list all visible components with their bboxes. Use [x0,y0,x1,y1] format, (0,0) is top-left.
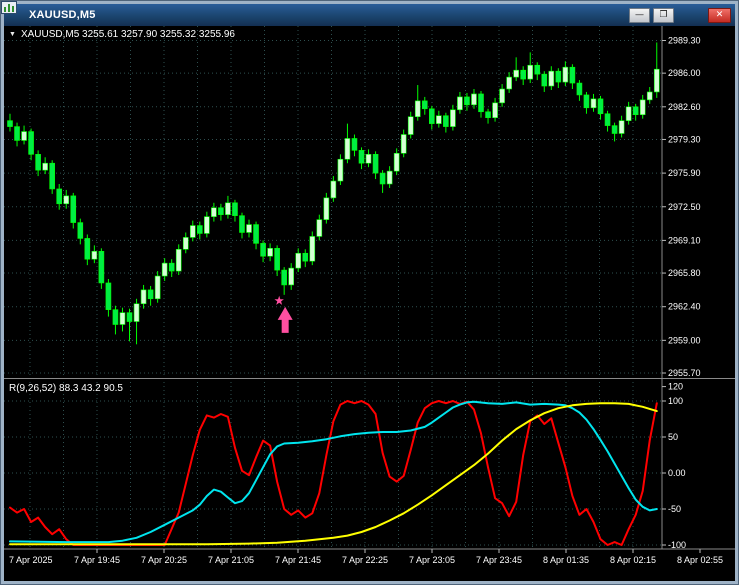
price-axis-label: 2986.00 [668,68,701,78]
indicator-axis-label: 50 [668,432,678,442]
price-axis-label: 2972.50 [668,202,701,212]
window-titlebar[interactable]: XAUUSD,M5 — ❐ ✕ [1,1,735,26]
indicator-lines [9,400,658,546]
indicator-axis-label: -50 [668,504,681,514]
dropdown-marker-icon: ▼ [9,30,16,38]
indicator-axis-label: 120 [668,382,683,392]
grid [4,26,662,549]
price-axis-label: 2959.00 [668,335,701,345]
price-axis-label: 2955.70 [668,368,701,378]
price-axis-label: 2989.30 [668,36,701,46]
indicator-header[interactable]: R(9,26,52) 88.3 43.2 90.5 [9,383,123,394]
up-arrow-icon [277,306,293,333]
symbol-ohlc-text: XAUUSD,M5 3255.61 3257.90 3255.32 3255.9… [20,29,235,40]
time-axis-label: 7 Apr 21:45 [275,555,321,565]
price-axis-label: 2979.30 [668,134,701,144]
price-axis-label: 2982.60 [668,102,701,112]
indicator-axis-label: -100 [668,540,686,550]
restore-button[interactable]: ❐ [653,7,674,23]
price-axis-label: 2969.10 [668,235,701,245]
symbol-ohlc-header[interactable]: ▼ XAUUSD,M5 3255.61 3257.90 3255.32 3255… [9,29,235,40]
price-axis-label: 2965.80 [668,268,701,278]
candlestick-series [7,42,660,345]
axes [4,26,735,553]
time-axis-label: 7 Apr 19:45 [74,555,120,565]
indicator-axis-label: 0.00 [668,468,686,478]
chart-canvas[interactable]: 2989.30 2986.00 2982.60 2979.30 2975.90 2972.… [4,26,735,581]
indicator-line-red [9,400,658,546]
time-axis-label: 7 Apr 23:05 [409,555,455,565]
close-button[interactable]: ✕ [708,7,731,23]
time-axis-label: 8 Apr 02:15 [610,555,656,565]
time-axis-label: 7 Apr 22:25 [342,555,388,565]
chart-window: XAUUSD,M5 — ❐ ✕ 2989.30 2986.00 2982.60 297… [0,0,739,585]
time-axis-label: 7 Apr 23:45 [476,555,522,565]
indicator-axis-label: 100 [668,396,683,406]
price-axis-label: 2962.40 [668,302,701,312]
price-axis-label: 2975.90 [668,168,701,178]
window-title: XAUUSD,M5 [29,9,96,21]
time-axis-label: 7 Apr 20:25 [141,555,187,565]
minimize-button[interactable]: — [629,7,650,23]
chart-icon [1,1,24,22]
time-axis-label: 8 Apr 02:55 [677,555,723,565]
buy-signal-marker [274,295,293,333]
time-axis-label: 7 Apr 21:05 [208,555,254,565]
window-controls: — ❐ ✕ [626,7,731,23]
time-axis-date-label: 7 Apr 2025 [9,555,53,565]
star-icon [274,295,284,305]
time-axis-label: 8 Apr 01:35 [543,555,589,565]
chart-area[interactable]: 2989.30 2986.00 2982.60 2979.30 2975.90 2972.… [4,26,735,581]
